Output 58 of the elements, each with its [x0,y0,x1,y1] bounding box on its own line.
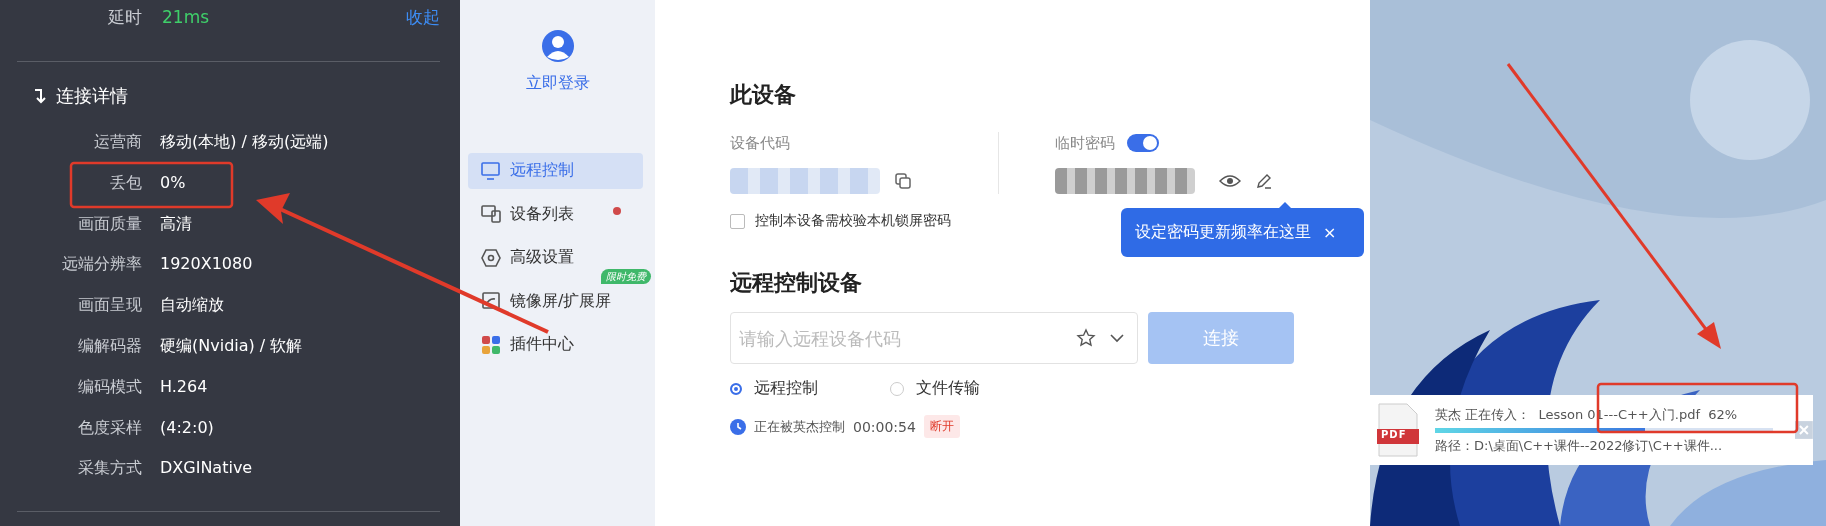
detail-value: (4:2:0) [160,416,215,439]
field-label: 设备代码 [730,133,791,154]
section-title: 远程控制设备 [730,269,862,297]
sidebar-item[interactable]: 镜像屏/扩展屏 [468,283,643,319]
detail-label: 远端分辨率 [61,253,142,276]
detail-value: H.264 [160,375,209,398]
menu-icon [480,333,502,356]
menu-icon [480,203,502,226]
toggle-switch[interactable] [1127,134,1159,152]
detail-label: 运营商 [93,131,142,153]
star-icon[interactable] [1076,328,1096,348]
pencil-icon[interactable] [1255,172,1273,190]
close-icon[interactable] [1795,421,1813,439]
detail-label: 画面质量 [77,212,142,235]
section-title: 此设备 [730,81,796,109]
disconnect-button[interactable]: 断开 [923,415,960,438]
copy-icon[interactable] [894,172,912,190]
detail-value: 0% [160,171,187,194]
detail-label: 采集方式 [77,457,142,480]
latency-label: 延时 [107,5,142,29]
collapse-link[interactable]: 收起 [406,5,440,29]
avatar-icon[interactable] [540,29,575,63]
radio-label: 远程控制 [754,378,818,399]
detail-label: 色度采样 [77,416,142,439]
checkbox-label: 控制本设备需校验本机锁屏密码 [755,212,951,230]
detail-value: 高清 [160,212,193,235]
status-text: 正在被英杰控制 [754,417,845,436]
radio-button[interactable] [730,382,742,395]
latency-value: 21ms [162,7,210,27]
detail-value: 自动缩放 [160,294,225,317]
login-link[interactable]: 立即登录 [525,73,590,94]
detail-label: 编解码器 [77,335,142,357]
menu-icon [480,246,502,269]
radio-label: 文件传输 [916,378,980,399]
detail-value: DXGINative [160,457,254,480]
detail-value: 硬编(Nvidia) / 软解 [160,335,304,357]
sidebar-item[interactable]: 插件中心 [468,327,643,363]
menu-icon [480,159,502,182]
section-title: 连接详情 [56,84,128,108]
detail-label: 丢包 [109,171,142,194]
elapsed-time: 00:00:54 [853,418,916,435]
file-path: 路径：D:\桌面\C++课件--2022修订\C++课件... [1435,436,1724,455]
field-label: 临时密码 [1055,133,1115,154]
tooltip-text: 设定密码更新频率在这里 [1135,222,1311,243]
pdf-file-icon [1377,403,1419,457]
detail-value: 1920X1080 [160,253,254,276]
promo-tag: 限时免费 [601,268,651,284]
file-type-label: PDF [1381,429,1407,440]
detail-value: 移动(本地) / 移动(远端) [160,131,330,153]
sidebar-item[interactable]: 远程控制 [468,153,643,189]
eye-icon[interactable] [1219,173,1241,189]
detail-label: 画面呈现 [77,294,142,317]
device-code-field[interactable]: 请输入远程设备代码 [730,312,1138,364]
clock-icon [730,418,746,435]
detail-label: 编码模式 [77,375,142,398]
checkbox[interactable] [730,213,745,229]
sidebar-item[interactable]: 设备列表 [468,196,643,232]
tooltip-close[interactable]: × [1323,223,1337,242]
